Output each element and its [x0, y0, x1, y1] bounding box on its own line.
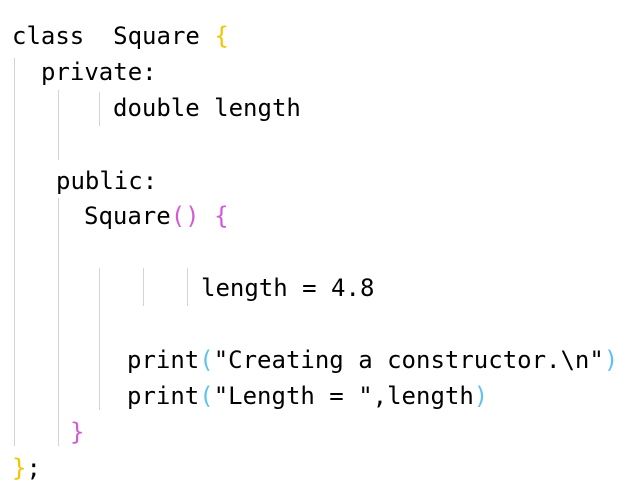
indent-guide: [143, 268, 144, 306]
print-argument: "Length = ",length: [213, 382, 474, 410]
constructor-close-brace: }: [70, 418, 85, 446]
code-line-assignment: length = 4.8: [201, 273, 374, 303]
assignment-statement: length = 4.8: [201, 274, 375, 302]
print-function: print: [127, 346, 200, 374]
class-open-brace: {: [214, 22, 229, 50]
constructor-open-brace: {: [214, 202, 229, 230]
code-line-field: double length: [113, 93, 301, 123]
indent-guide: [58, 198, 59, 446]
indent-guide: [187, 268, 188, 306]
class-name: Square: [113, 22, 200, 50]
public-label: public:: [56, 167, 158, 195]
print-close-paren: ): [603, 346, 619, 374]
print-open-paren: (: [199, 346, 214, 374]
indent-guide: [99, 92, 100, 126]
code-line-private: private:: [41, 57, 157, 87]
code-line-class-declaration: class Square {: [12, 21, 229, 51]
constructor-close-paren: ): [185, 202, 200, 230]
code-line-class-close: };: [12, 453, 41, 483]
code-editor[interactable]: class Square { private: double length pu…: [0, 0, 642, 500]
print-argument: "Creating a constructor.\n": [213, 346, 604, 374]
indent-guide: [58, 90, 59, 160]
print-function: print: [127, 382, 200, 410]
code-line-constructor-close: }: [70, 417, 84, 447]
code-line-constructor: Square() {: [84, 201, 229, 231]
print-close-paren: ): [473, 382, 489, 410]
class-close-brace: }: [12, 454, 27, 482]
indent-guide: [99, 268, 100, 410]
field-declaration: double length: [113, 94, 301, 122]
code-line-print-2: print("Length = ",length): [127, 381, 488, 411]
class-keyword: class: [12, 22, 85, 50]
code-line-print-1: print("Creating a constructor.\n"): [127, 345, 618, 375]
semicolon: ;: [26, 454, 41, 482]
constructor-name: Square: [84, 202, 171, 230]
code-line-public: public:: [56, 166, 157, 196]
constructor-open-paren: (: [170, 202, 186, 230]
indent-guide: [14, 58, 15, 446]
print-open-paren: (: [199, 382, 214, 410]
private-label: private:: [41, 58, 157, 86]
